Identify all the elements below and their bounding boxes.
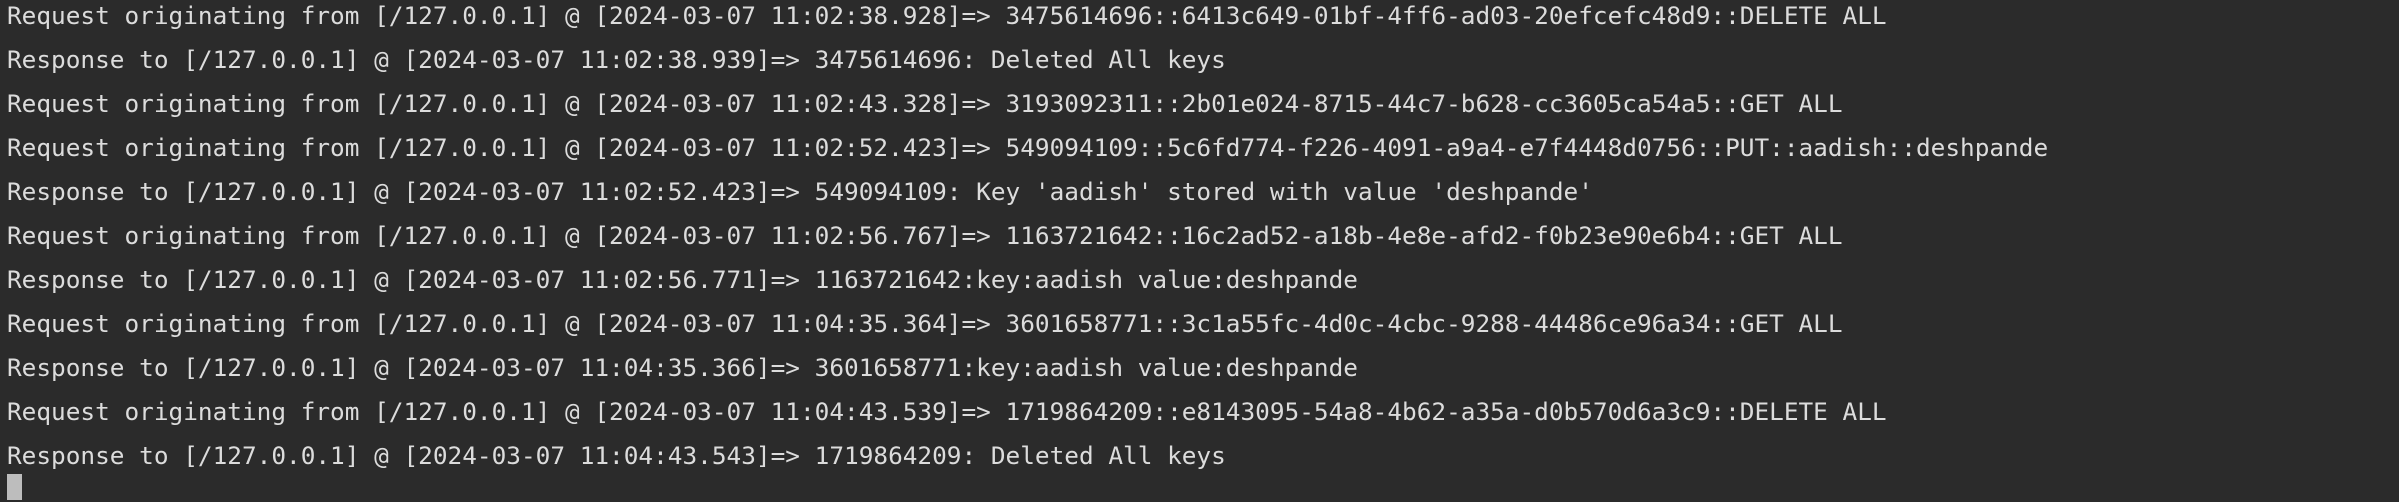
- text-cursor[interactable]: [7, 474, 22, 500]
- log-line: Request originating from [/127.0.0.1] @ …: [7, 221, 1843, 250]
- log-line: Request originating from [/127.0.0.1] @ …: [7, 89, 1843, 118]
- log-lines: Request originating from [/127.0.0.1] @ …: [7, 0, 2048, 484]
- console-output[interactable]: Request originating from [/127.0.0.1] @ …: [0, 0, 2399, 502]
- log-line: Request originating from [/127.0.0.1] @ …: [7, 133, 2049, 162]
- log-line: Request originating from [/127.0.0.1] @ …: [7, 1, 1887, 30]
- log-line: Request originating from [/127.0.0.1] @ …: [7, 309, 1843, 338]
- log-line: Response to [/127.0.0.1] @ [2024-03-07 1…: [7, 353, 1358, 382]
- log-line: Response to [/127.0.0.1] @ [2024-03-07 1…: [7, 177, 1593, 206]
- log-line: Response to [/127.0.0.1] @ [2024-03-07 1…: [7, 45, 1226, 74]
- log-line: Request originating from [/127.0.0.1] @ …: [7, 397, 1887, 426]
- log-line: Response to [/127.0.0.1] @ [2024-03-07 1…: [7, 265, 1358, 294]
- log-line: Response to [/127.0.0.1] @ [2024-03-07 1…: [7, 441, 1226, 470]
